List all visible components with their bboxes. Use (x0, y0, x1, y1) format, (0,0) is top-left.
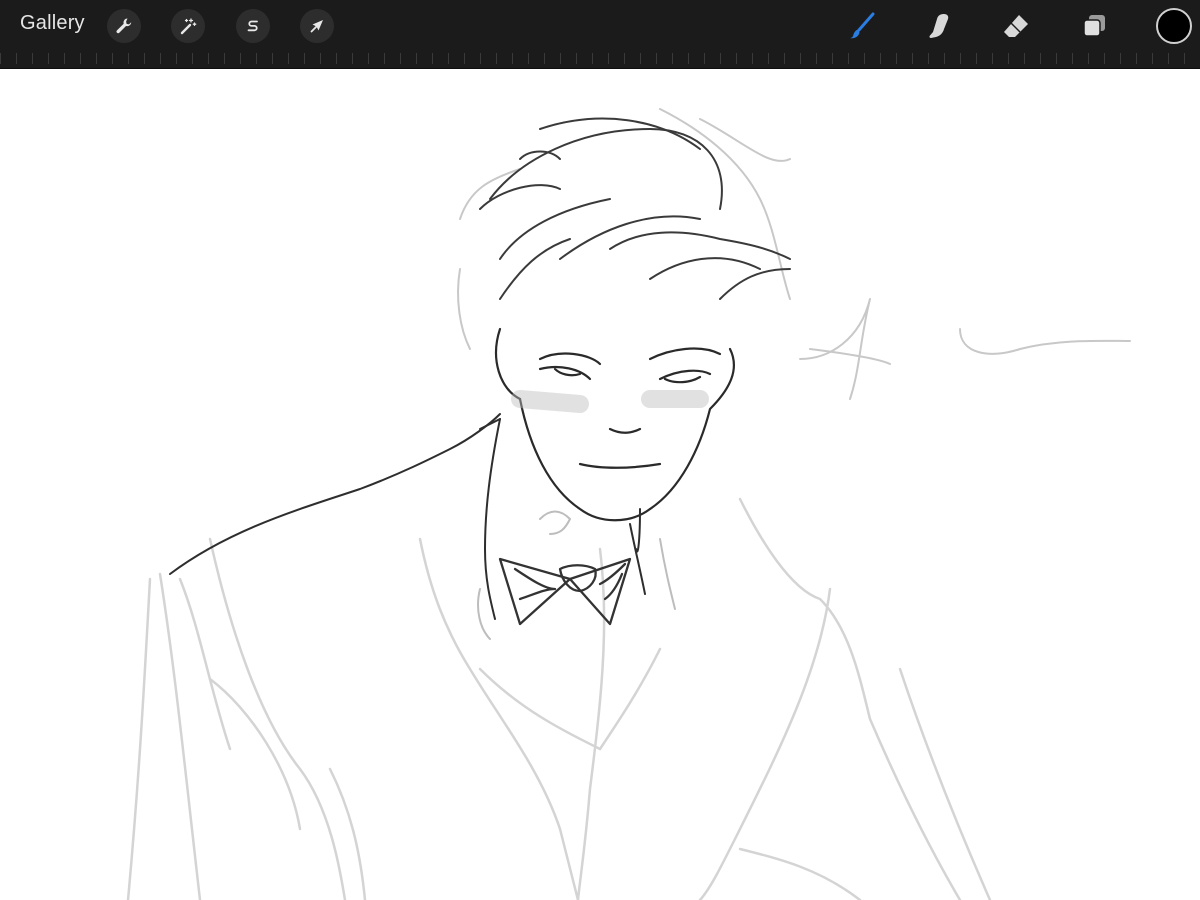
brush-tool-button[interactable] (844, 8, 880, 44)
gallery-button[interactable]: Gallery (20, 12, 85, 35)
magic-wand-icon (180, 18, 197, 35)
sketch-artwork (126, 108, 1131, 900)
transform-button[interactable] (300, 9, 334, 43)
drawing-canvas[interactable] (0, 69, 1200, 900)
eraser-icon (1004, 15, 1028, 37)
toolbar-ruler (0, 49, 1200, 69)
wrench-icon (116, 18, 132, 34)
actions-button[interactable] (107, 9, 141, 43)
selection-s-icon (247, 20, 258, 32)
smudge-tool-button[interactable] (921, 8, 957, 44)
arrow-cursor-icon (310, 20, 323, 33)
top-toolbar: Gallery (0, 0, 1200, 69)
brush-icon (850, 12, 875, 39)
selection-button[interactable] (236, 9, 270, 43)
adjustments-button[interactable] (171, 9, 205, 43)
smudge-finger-icon (929, 14, 949, 38)
eraser-tool-button[interactable] (998, 8, 1034, 44)
layers-icon (1083, 15, 1105, 37)
layers-button[interactable] (1077, 8, 1113, 44)
color-picker-button[interactable] (1156, 8, 1192, 44)
